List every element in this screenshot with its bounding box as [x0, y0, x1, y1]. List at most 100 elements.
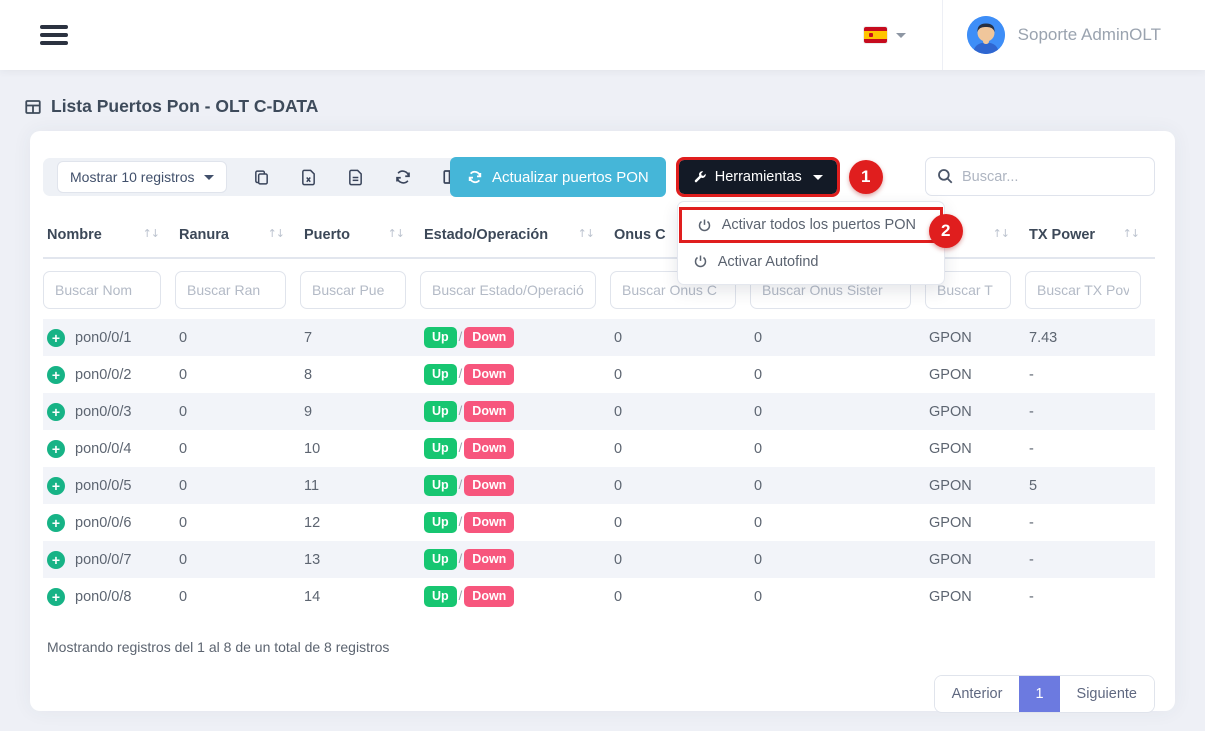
status-badge-down: Down — [464, 475, 514, 496]
column-filter-input-3[interactable] — [420, 271, 596, 309]
onus-cell: 0 — [610, 319, 750, 356]
onus-cell: 0 — [610, 467, 750, 504]
expand-row-icon[interactable]: + — [47, 366, 65, 384]
tools-button[interactable]: Herramientas — [679, 160, 837, 194]
table-row: +pon0/0/7013Up/Down00GPON- — [43, 541, 1155, 578]
table-body: +pon0/0/107Up/Down00GPON7.43+pon0/0/208U… — [43, 319, 1155, 615]
onus-sister-cell: 0 — [750, 467, 925, 504]
search-icon — [936, 167, 954, 185]
chevron-down-icon — [813, 175, 823, 180]
status-separator: / — [459, 403, 463, 418]
puerto-cell: 10 — [300, 430, 420, 467]
ranura-cell: 0 — [175, 541, 300, 578]
chevron-down-icon — [204, 175, 214, 180]
column-label: Onus C — [614, 227, 666, 243]
column-header-7[interactable]: ↑↓TX Power — [1025, 215, 1155, 258]
file-export-icon[interactable] — [347, 169, 364, 186]
expand-row-icon[interactable]: + — [47, 588, 65, 606]
menu-item-label: Activar Autofind — [718, 254, 819, 270]
estado-cell: Up/Down — [420, 578, 610, 615]
pagination-prev-button[interactable]: Anterior — [935, 676, 1020, 712]
spain-flag-icon — [864, 27, 887, 43]
expand-row-icon[interactable]: + — [47, 551, 65, 569]
puerto-cell: 11 — [300, 467, 420, 504]
column-header-1[interactable]: ↑↓Ranura — [175, 215, 300, 258]
column-label: Nombre — [47, 227, 102, 243]
power-icon — [697, 218, 712, 233]
status-separator: / — [459, 588, 463, 603]
ranura-cell: 0 — [175, 319, 300, 356]
expand-row-icon[interactable]: + — [47, 403, 65, 421]
user-menu[interactable]: Soporte AdminOLT — [967, 16, 1175, 54]
status-badge-down: Down — [464, 549, 514, 570]
tipo-cell: GPON — [925, 578, 1025, 615]
status-separator: / — [459, 514, 463, 529]
port-name: pon0/0/8 — [75, 589, 131, 605]
tipo-cell: GPON — [925, 504, 1025, 541]
ranura-cell: 0 — [175, 467, 300, 504]
column-header-0[interactable]: ↑↓Nombre — [43, 215, 175, 258]
estado-cell: Up/Down — [420, 319, 610, 356]
puerto-cell: 9 — [300, 393, 420, 430]
menu-item-activate-all-pon-ports[interactable]: Activar todos los puertos PON — [682, 210, 940, 240]
status-badge-down: Down — [464, 364, 514, 385]
onus-sister-cell: 0 — [750, 504, 925, 541]
language-selector[interactable] — [864, 27, 906, 43]
show-entries-dropdown[interactable]: Mostrar 10 registros — [57, 161, 227, 193]
table-row: +pon0/0/309Up/Down00GPON- — [43, 393, 1155, 430]
refresh-icon[interactable] — [394, 168, 412, 186]
column-filter-input-2[interactable] — [300, 271, 406, 309]
update-pon-ports-button[interactable]: Actualizar puertos PON — [450, 157, 666, 197]
estado-cell: Up/Down — [420, 430, 610, 467]
pagination: Anterior 1 Siguiente — [43, 675, 1155, 713]
onus-cell: 0 — [610, 393, 750, 430]
filter-row — [43, 258, 1155, 319]
pon-ports-table: ↑↓Nombre↑↓Ranura↑↓Puerto↑↓Estado/Operaci… — [43, 215, 1155, 615]
onus-sister-cell: 0 — [750, 393, 925, 430]
onus-sister-cell: 0 — [750, 319, 925, 356]
pagination-page-1[interactable]: 1 — [1019, 676, 1059, 712]
page-title: Lista Puertos Pon - OLT C-DATA — [0, 70, 1205, 131]
tipo-cell: GPON — [925, 541, 1025, 578]
onus-sister-cell: 0 — [750, 541, 925, 578]
port-name: pon0/0/7 — [75, 552, 131, 568]
expand-row-icon[interactable]: + — [47, 477, 65, 495]
menu-item-label: Activar todos los puertos PON — [722, 217, 916, 233]
tx-power-cell: - — [1025, 504, 1155, 541]
sort-icon: ↑↓ — [1123, 227, 1139, 240]
hamburger-icon[interactable] — [40, 21, 68, 49]
ranura-cell: 0 — [175, 578, 300, 615]
annotation-highlight-box: Activar todos los puertos PON — [679, 207, 943, 243]
status-badge-up: Up — [424, 512, 457, 533]
onus-cell: 0 — [610, 541, 750, 578]
column-label: Ranura — [179, 227, 229, 243]
tx-power-cell: 7.43 — [1025, 319, 1155, 356]
excel-export-icon[interactable] — [300, 169, 317, 186]
menu-item-activate-autofind[interactable]: Activar Autofind — [678, 245, 944, 278]
column-header-3[interactable]: ↑↓Estado/Operación — [420, 215, 610, 258]
tools-button-label: Herramientas — [715, 169, 802, 185]
status-badge-up: Up — [424, 475, 457, 496]
column-filter-input-7[interactable] — [1025, 271, 1141, 309]
onus-sister-cell: 0 — [750, 430, 925, 467]
estado-cell: Up/Down — [420, 467, 610, 504]
port-name: pon0/0/2 — [75, 367, 131, 383]
tx-power-cell: - — [1025, 430, 1155, 467]
column-filter-input-0[interactable] — [43, 271, 161, 309]
column-filter-input-1[interactable] — [175, 271, 286, 309]
status-badge-up: Up — [424, 438, 457, 459]
ranura-cell: 0 — [175, 356, 300, 393]
ranura-cell: 0 — [175, 430, 300, 467]
port-name: pon0/0/1 — [75, 330, 131, 346]
column-header-2[interactable]: ↑↓Puerto — [300, 215, 420, 258]
expand-row-icon[interactable]: + — [47, 329, 65, 347]
search-input[interactable] — [925, 157, 1155, 196]
copy-icon[interactable] — [253, 169, 270, 186]
table-row: +pon0/0/5011Up/Down00GPON5 — [43, 467, 1155, 504]
expand-row-icon[interactable]: + — [47, 440, 65, 458]
annotation-step-2: 2 — [929, 214, 963, 248]
pagination-next-button[interactable]: Siguiente — [1060, 676, 1154, 712]
puerto-cell: 13 — [300, 541, 420, 578]
onus-sister-cell: 0 — [750, 578, 925, 615]
expand-row-icon[interactable]: + — [47, 514, 65, 532]
